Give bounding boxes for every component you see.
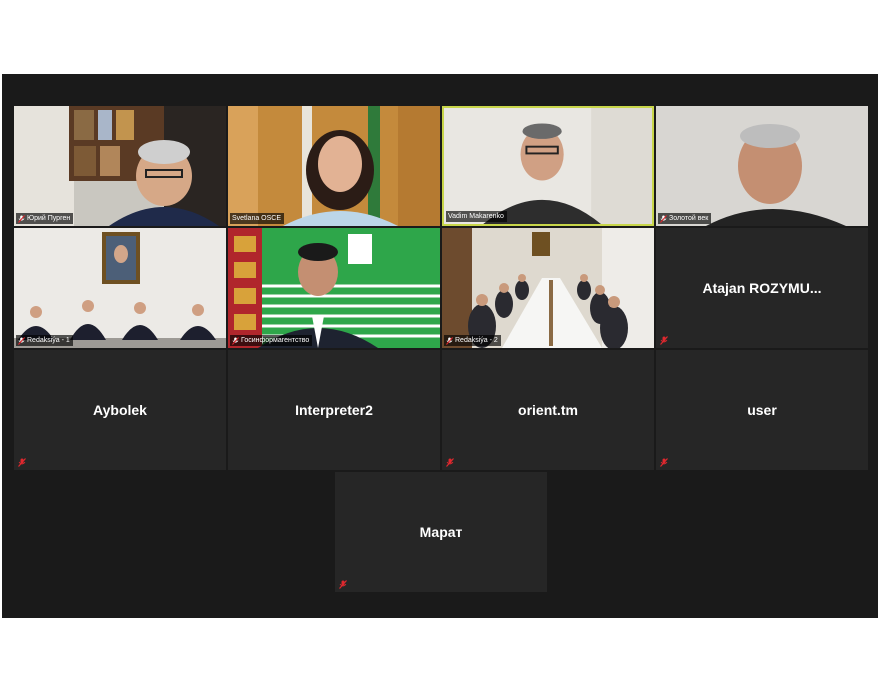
participant-tile-redaksiya-2[interactable]: Redaksiýa - 2 (442, 228, 654, 348)
mic-muted-icon (232, 336, 239, 345)
meeting-gallery-view: Юрий Пурген Svetlana OSCE Vadim Makarenk… (2, 74, 878, 618)
participant-tile-aybolek[interactable]: Aybolek (14, 350, 226, 470)
mic-muted-icon (660, 336, 668, 345)
participant-name-tag: Золотой век (658, 213, 712, 224)
mic-muted-icon (18, 214, 25, 223)
participant-name: Марат (419, 524, 463, 540)
participant-video (14, 106, 226, 226)
mic-muted-icon (18, 336, 25, 345)
participant-name-tag: Svetlana OSCE (230, 213, 285, 224)
participant-video (228, 228, 440, 348)
participant-tile-interpreter2[interactable]: Interpreter2 (228, 350, 440, 470)
participant-tile-user[interactable]: user (656, 350, 868, 470)
participant-name-tag: Redaksiýa - 1 (16, 335, 73, 346)
participant-name: Золотой век (669, 215, 709, 222)
participant-name-tag: Юрий Пурген (16, 213, 74, 224)
participant-name: Vadim Makarenko (448, 213, 504, 220)
participant-name: user (747, 402, 777, 418)
participant-tile-vadim-makarenko[interactable]: Vadim Makarenko (442, 106, 654, 226)
participant-tile-atajan-rozymu[interactable]: Atajan ROZYMU... (656, 228, 868, 348)
participant-video (228, 106, 440, 226)
participant-name: Svetlana OSCE (232, 215, 282, 222)
participant-video (656, 106, 868, 226)
participant-name: Atajan ROZYMU... (702, 280, 822, 296)
participant-tile-redaksiya-1[interactable]: Redaksiýa - 1 (14, 228, 226, 348)
participant-name: Юрий Пурген (27, 215, 71, 222)
participant-name: orient.tm (518, 402, 578, 418)
participant-name: Interpreter2 (295, 402, 373, 418)
participant-name: Aybolek (93, 402, 147, 418)
mic-muted-icon (660, 214, 667, 223)
participant-tile-svetlana-osce[interactable]: Svetlana OSCE (228, 106, 440, 226)
mic-muted-icon (660, 458, 668, 467)
participant-name: Redaksiýa - 2 (455, 337, 498, 344)
participant-tile-marat[interactable]: Марат (335, 472, 547, 592)
participant-video (14, 228, 226, 348)
participant-tile-gosinformagentstvo[interactable]: Госинформагентство (228, 228, 440, 348)
participant-video (442, 228, 654, 348)
mic-muted-icon (339, 580, 347, 589)
participant-tile-yuri-purgen[interactable]: Юрий Пурген (14, 106, 226, 226)
mic-muted-icon (446, 458, 454, 467)
participant-name: Госинформагентство (241, 337, 310, 344)
mic-muted-icon (18, 458, 26, 467)
participant-tile-orient-tm[interactable]: orient.tm (442, 350, 654, 470)
participant-name-tag: Redaksiýa - 2 (444, 335, 501, 346)
participant-name-tag: Vadim Makarenko (446, 211, 507, 222)
participant-name: Redaksiýa - 1 (27, 337, 70, 344)
participant-tile-zolotoy-vek[interactable]: Золотой век (656, 106, 868, 226)
mic-muted-icon (446, 336, 453, 345)
participant-video (444, 108, 652, 224)
participant-name-tag: Госинформагентство (230, 335, 313, 346)
